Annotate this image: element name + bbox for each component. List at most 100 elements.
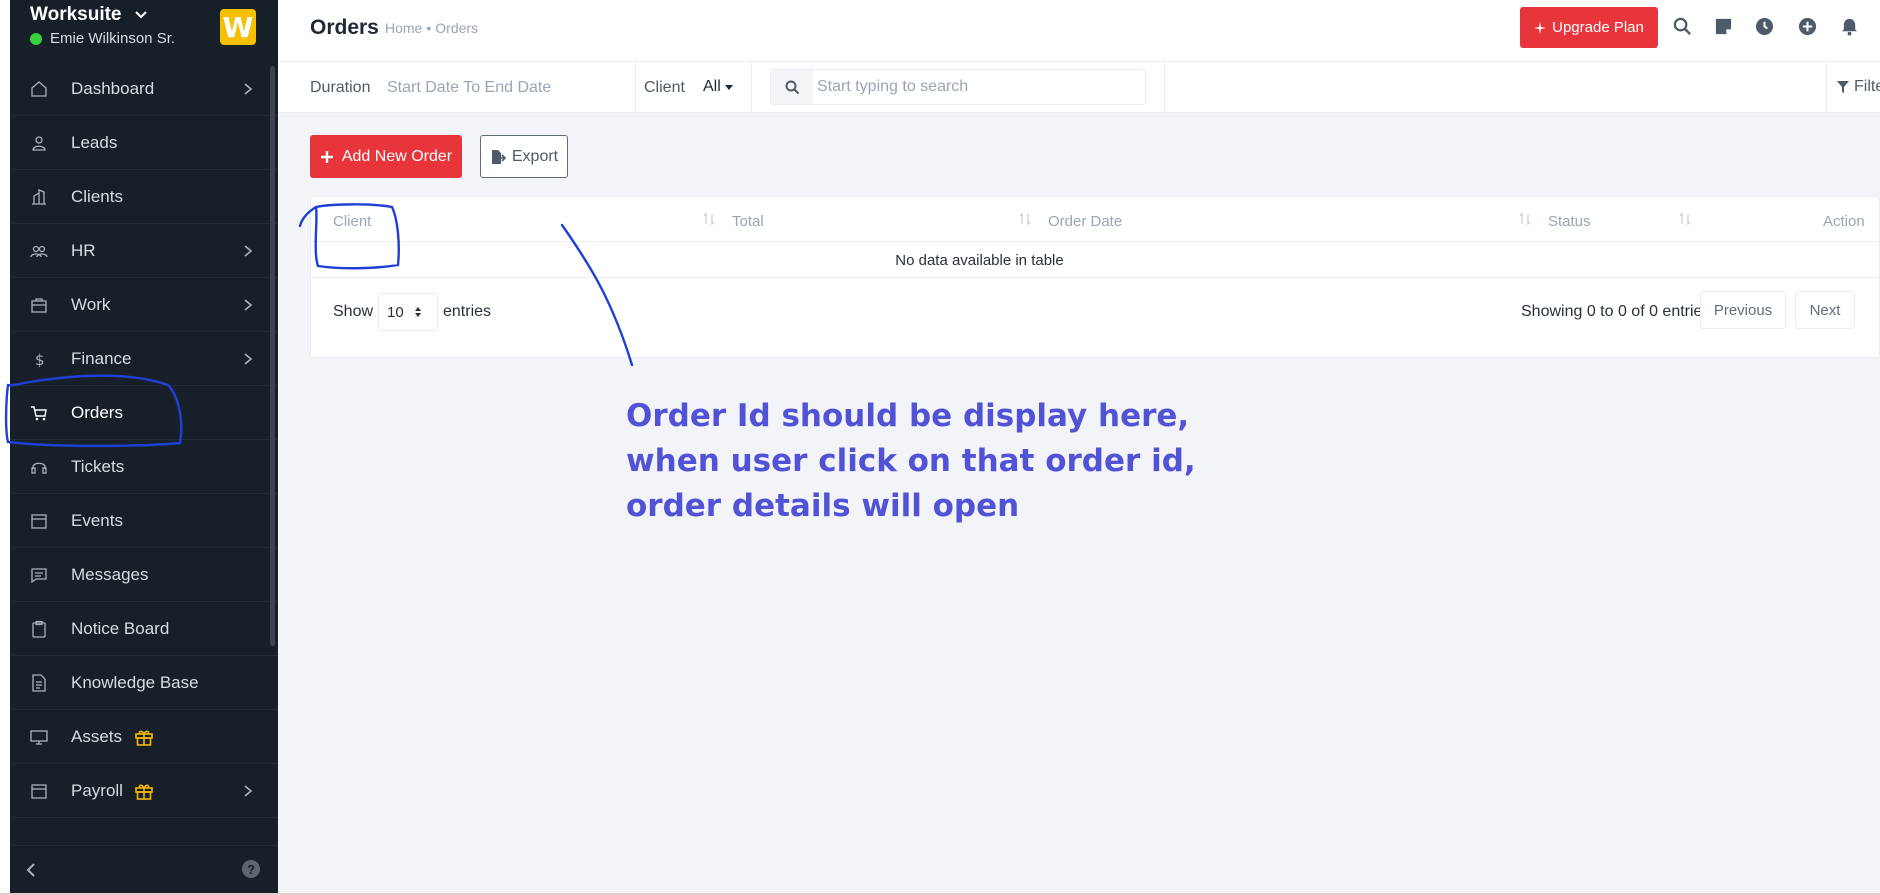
sidebar-item-label: Notice Board (71, 618, 170, 638)
sort-icon[interactable] (1679, 212, 1691, 226)
sidebar-item-label: Tickets (71, 456, 125, 476)
filter-divider (635, 62, 636, 113)
sidebar-item-knowledge-base[interactable]: Knowledge Base (10, 656, 278, 710)
cart-icon (31, 406, 47, 421)
sort-icon[interactable] (1519, 212, 1531, 226)
breadcrumb: Home • Orders (385, 20, 478, 36)
empty-table-message: No data available in table (895, 252, 1064, 269)
sidebar-item-label: Events (71, 510, 123, 530)
search-icon[interactable] (1673, 17, 1692, 36)
workspace-switcher[interactable]: Worksuite (30, 4, 148, 26)
filters-button[interactable]: Filte (1836, 78, 1880, 96)
upgrade-plan-label: Upgrade Plan (1552, 19, 1644, 36)
sidebar-item-work[interactable]: Work (10, 278, 278, 332)
chevron-right-icon (244, 299, 253, 311)
column-header-total[interactable]: Total (732, 213, 764, 230)
annotation-line: when user click on that order id, (626, 443, 1196, 479)
filter-divider (1826, 62, 1827, 113)
sidebar-menu: Dashboard Leads Clients HR Work $ Financ (10, 62, 278, 818)
workspace-name: Worksuite (30, 4, 122, 25)
gift-icon (135, 784, 153, 800)
show-label: Show (333, 303, 374, 320)
add-new-order-button[interactable]: Add New Order (310, 135, 462, 178)
sidebar-footer: ? (10, 845, 278, 893)
sidebar-item-clients[interactable]: Clients (10, 170, 278, 224)
export-button[interactable]: Export (480, 135, 568, 178)
sidebar-brand: Worksuite Emie Wilkinson Sr. W (10, 0, 278, 62)
user-name: Emie Wilkinson Sr. (50, 30, 176, 47)
header-divider (311, 241, 1880, 242)
column-header-status[interactable]: Status (1548, 213, 1591, 230)
chevron-right-icon (244, 353, 253, 365)
client-select[interactable]: All (703, 78, 733, 96)
sidebar-item-label: Knowledge Base (71, 672, 199, 692)
search-input[interactable] (817, 70, 1137, 104)
sidebar-item-dashboard[interactable]: Dashboard (10, 62, 278, 116)
svg-text:$: $ (35, 351, 45, 368)
help-icon[interactable]: ? (242, 860, 260, 878)
sort-icon[interactable] (1019, 212, 1031, 226)
sparkle-icon (1534, 21, 1547, 34)
sidebar-item-label: Payroll (71, 780, 123, 800)
briefcase-icon (31, 298, 47, 313)
sidebar-item-events[interactable]: Events (10, 494, 278, 548)
breadcrumb-home[interactable]: Home (385, 20, 422, 36)
collapse-sidebar-icon[interactable] (24, 862, 38, 878)
building-icon (32, 189, 46, 205)
filter-bar: Duration Start Date To End Date Client A… (278, 62, 1880, 113)
sidebar-item-hr[interactable]: HR (10, 224, 278, 278)
column-header-client[interactable]: Client (333, 213, 371, 230)
sidebar-item-label: Orders (71, 402, 123, 422)
sidebar-item-tickets[interactable]: Tickets (10, 440, 278, 494)
clock-icon[interactable] (1755, 17, 1774, 36)
online-status-icon (30, 32, 42, 45)
upgrade-plan-button[interactable]: Upgrade Plan (1520, 7, 1658, 48)
chevron-down-icon (134, 11, 147, 19)
sort-icon[interactable] (703, 212, 715, 226)
sidebar-item-label: Work (71, 294, 111, 314)
previous-page-button[interactable]: Previous (1700, 291, 1786, 329)
top-bar: Orders Home • Orders Upgrade Plan (278, 0, 1880, 62)
sidebar-item-leads[interactable]: Leads (10, 116, 278, 170)
wallet-icon (31, 784, 47, 799)
filter-divider (751, 62, 752, 113)
date-range-picker[interactable]: Start Date To End Date (387, 79, 551, 97)
filter-icon (1837, 81, 1849, 93)
sidebar-item-finance[interactable]: $ Finance (10, 332, 278, 386)
search-icon (771, 70, 813, 104)
export-label: Export (511, 147, 559, 165)
column-header-order-date[interactable]: Order Date (1048, 213, 1122, 230)
home-icon (31, 81, 47, 97)
sidebar-item-messages[interactable]: Messages (10, 548, 278, 602)
sidebar-item-label: Messages (71, 564, 149, 584)
sidebar-item-assets[interactable]: Assets (10, 710, 278, 764)
sidebar-item-payroll[interactable]: Payroll (10, 764, 278, 818)
row-divider (311, 277, 1880, 278)
sidebar-item-label: Clients (71, 186, 123, 206)
file-export-icon (491, 149, 506, 164)
chevron-right-icon (244, 245, 253, 257)
sidebar-item-orders[interactable]: Orders (10, 386, 278, 440)
filters-label: Filte (1854, 78, 1880, 95)
next-page-button[interactable]: Next (1795, 291, 1855, 329)
annotation-line: Order Id should be display here, (626, 398, 1190, 434)
headset-icon (31, 462, 47, 474)
people-icon (30, 245, 48, 258)
page-title: Orders (310, 16, 379, 39)
entries-per-page-select[interactable]: 10 (378, 293, 438, 331)
add-circle-icon[interactable] (1798, 17, 1817, 36)
sidebar-item-notice-board[interactable]: Notice Board (10, 602, 278, 656)
search-box (770, 69, 1146, 105)
user-icon (32, 136, 46, 151)
sidebar-item-label: Finance (71, 348, 132, 368)
add-new-order-label: Add New Order (341, 147, 453, 165)
chat-icon (31, 568, 47, 584)
annotation-line: order details will open (626, 488, 1020, 524)
sidebar-scrollbar[interactable] (270, 66, 275, 646)
pagination-info: Showing 0 to 0 of 0 entries (1521, 303, 1711, 320)
client-label: Client (644, 79, 685, 96)
updown-caret-icon (414, 307, 421, 317)
annotation-note: Order Id should be display here, when us… (626, 394, 1196, 529)
bell-icon[interactable] (1840, 17, 1859, 36)
sticky-note-icon[interactable] (1714, 17, 1733, 36)
